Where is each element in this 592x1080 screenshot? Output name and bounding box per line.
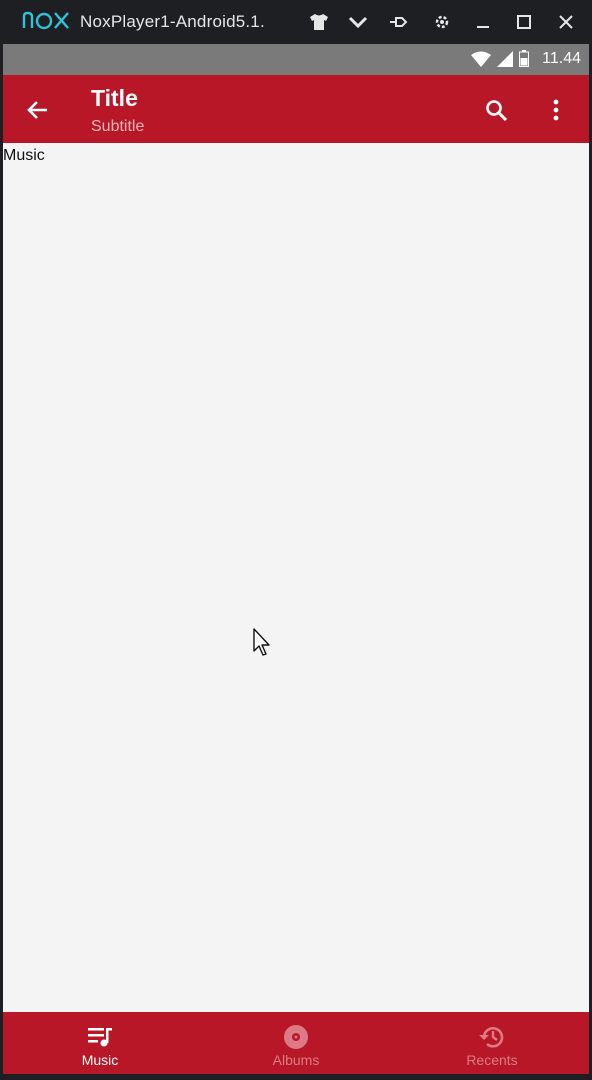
mouse-cursor-icon <box>252 627 274 659</box>
nav-item-albums[interactable]: Albums <box>236 1012 356 1074</box>
emulator-titlebar: NoxPlayer1-Android5.1. <box>0 0 592 44</box>
app-bar: Title Subtitle <box>3 75 589 143</box>
wifi-icon <box>471 51 491 72</box>
nav-item-recents[interactable]: Recents <box>432 1012 552 1074</box>
content-area: Music <box>3 143 589 1012</box>
android-screen: 11.44 Title Subtitle Music Music Albums … <box>3 44 589 1074</box>
nox-logo <box>22 8 70 34</box>
content-text: Music <box>3 147 45 164</box>
status-time: 11.44 <box>542 50 581 67</box>
app-bar-subtitle: Subtitle <box>91 118 145 135</box>
music-list-icon <box>86 1024 114 1050</box>
nav-label-recents: Recents <box>466 1052 518 1068</box>
back-arrow-icon[interactable] <box>23 95 53 125</box>
status-bar: 11.44 <box>3 44 589 75</box>
chevron-down-icon[interactable] <box>345 9 371 35</box>
close-icon[interactable] <box>553 9 579 35</box>
more-vert-icon[interactable] <box>541 95 571 125</box>
tshirt-icon[interactable] <box>306 9 332 35</box>
album-disc-icon <box>282 1024 310 1050</box>
signal-icon <box>497 50 513 72</box>
app-bar-title: Title <box>91 85 138 111</box>
gear-icon[interactable] <box>429 9 455 35</box>
minimize-icon[interactable] <box>470 9 496 35</box>
bottom-navigation: Music Albums Recents <box>3 1012 589 1074</box>
nav-item-music[interactable]: Music <box>40 1012 160 1074</box>
history-icon <box>478 1024 506 1050</box>
window-title: NoxPlayer1-Android5.1. <box>80 12 265 31</box>
nav-label-albums: Albums <box>272 1052 320 1068</box>
nav-label-music: Music <box>81 1052 119 1068</box>
pin-icon[interactable] <box>386 9 412 35</box>
maximize-icon[interactable] <box>511 9 537 35</box>
battery-icon <box>519 50 529 72</box>
search-icon[interactable] <box>481 95 511 125</box>
